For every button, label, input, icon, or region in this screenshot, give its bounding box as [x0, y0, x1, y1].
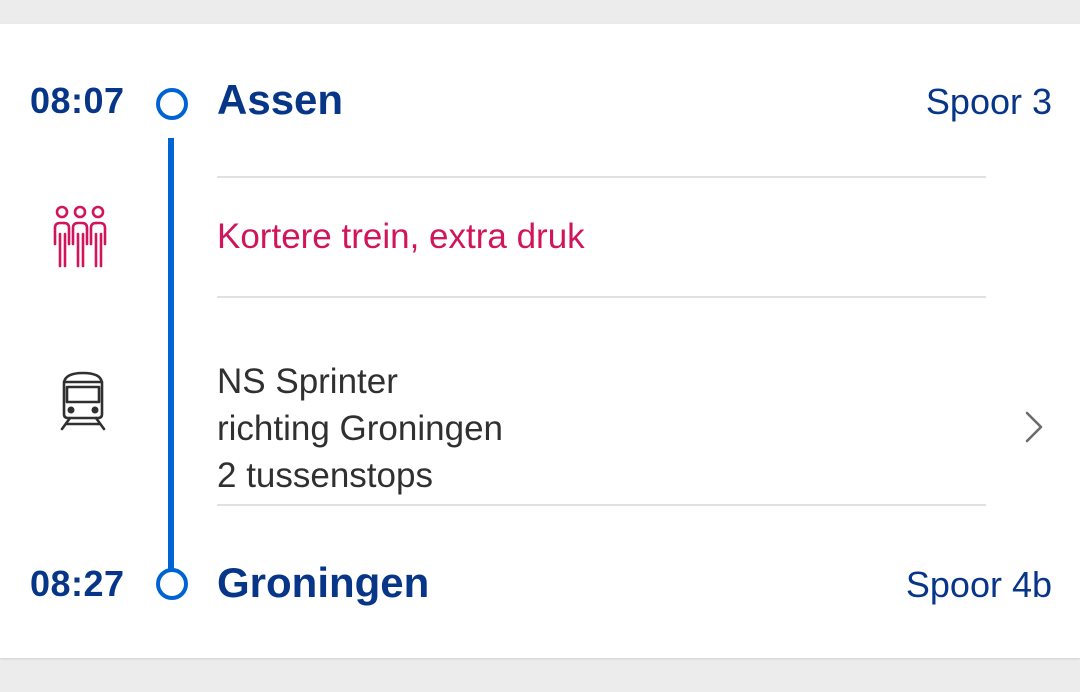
departure-time: 08:07	[30, 80, 125, 121]
arrival-track: Spoor 4b	[905, 564, 1052, 605]
divider	[217, 504, 986, 506]
service-direction: richting Groningen	[217, 409, 503, 448]
divider	[217, 296, 986, 298]
service-stops: 2 tussenstops	[217, 456, 433, 495]
train-service-row[interactable]: NS Sprinter richting Groningen 2 tussens…	[0, 322, 1080, 528]
crowding-notice: Kortere trein, extra druk	[217, 217, 585, 256]
train-icon	[58, 370, 108, 437]
service-details: NS Sprinter richting Groningen 2 tussens…	[217, 358, 503, 499]
journey-leg-card: 08:07 Assen Spoor 3 Kortere trein, extra…	[0, 24, 1080, 658]
arrival-station: Groningen	[217, 559, 430, 606]
departure-node	[156, 88, 188, 120]
departure-station: Assen	[217, 76, 344, 123]
service-type: NS Sprinter	[217, 362, 398, 401]
crowded-people-icon	[50, 204, 114, 275]
divider	[217, 176, 986, 178]
arrival-time: 08:27	[30, 563, 125, 604]
arrival-node	[156, 568, 188, 600]
departure-track: Spoor 3	[925, 81, 1052, 122]
chevron-right-icon	[1024, 410, 1044, 449]
